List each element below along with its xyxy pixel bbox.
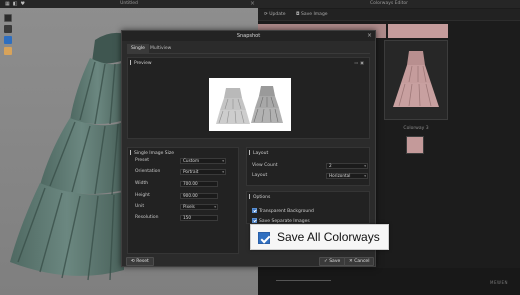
update-label: Update (269, 12, 286, 17)
skirt-preview-image (216, 86, 283, 124)
save-image-button[interactable]: ◘ Save Image (296, 12, 328, 17)
preset-label: Preset (135, 158, 150, 163)
height-input[interactable]: 900.00 (180, 193, 218, 199)
preview-icon-row: ▭▣ (354, 60, 366, 65)
options-heading: Options (249, 194, 270, 200)
colorway-swatch[interactable] (388, 24, 448, 38)
reset-button[interactable]: ⟲ Reset (126, 257, 154, 266)
preview-heading: Preview (130, 60, 152, 66)
unit-select[interactable]: Pixels ▾ (180, 204, 218, 210)
single-image-size-heading: Single Image Size (130, 150, 174, 156)
checkbox-checked-icon (252, 218, 257, 223)
view-count-label: View Count (252, 163, 278, 168)
zoom-slider[interactable] (276, 280, 331, 281)
colorway-color-chip[interactable] (406, 136, 424, 154)
unit-label: Unit (135, 204, 145, 209)
resolution-input[interactable]: 150 (180, 215, 218, 221)
snapshot-preview-image (209, 78, 291, 131)
dialog-title: Snapshot (236, 33, 261, 39)
editor-bottom-bar (258, 268, 520, 295)
colorway-preview-thumbnail[interactable] (384, 40, 448, 120)
tab-divider (127, 53, 370, 54)
brand-label: MEWEN (490, 280, 508, 285)
save-all-colorways-callout[interactable]: Save All Colorways (250, 224, 389, 250)
editor-title: Colorways Editor (370, 1, 408, 6)
close-icon[interactable]: × (367, 32, 372, 39)
height-label: Height (135, 193, 150, 198)
checkbox-checked-icon[interactable] (258, 232, 270, 244)
width-label: Width (135, 181, 149, 186)
chevron-down-icon: ▾ (222, 159, 224, 163)
layout-select[interactable]: Horizontal ▾ (326, 173, 368, 179)
colorway-caption: Colorway 3 (403, 126, 429, 131)
skirt-thumbnail-image (393, 51, 439, 107)
save-image-label: Save Image (301, 12, 328, 17)
orientation-label: Orientation (135, 169, 161, 174)
tab-multiview[interactable]: Multiview (146, 44, 175, 53)
resolution-label: Resolution (135, 215, 159, 220)
layout-label: Layout (252, 173, 268, 178)
cancel-button[interactable]: ✕ Cancel (344, 257, 375, 266)
chevron-down-icon: ▾ (364, 164, 366, 168)
editor-titlebar: Colorways Editor (258, 0, 520, 8)
dialog-titlebar[interactable]: Snapshot × (122, 31, 375, 41)
chevron-down-icon: ▾ (364, 174, 366, 178)
reset-view-icon[interactable]: ▣ (360, 60, 366, 65)
width-input[interactable]: 700.00 (180, 181, 218, 187)
save-all-colorways-label: Save All Colorways (277, 230, 380, 244)
editor-toolbar: ⟳ Update ◘ Save Image (258, 9, 520, 21)
save-button[interactable]: ✓ Save (319, 257, 346, 266)
layout-heading: Layout (249, 150, 268, 156)
checkbox-checked-icon (252, 208, 257, 213)
chevron-down-icon: ▾ (214, 205, 216, 209)
transparent-background-checkbox[interactable]: Transparent Background (252, 208, 314, 214)
update-button[interactable]: ⟳ Update (264, 12, 286, 17)
orientation-select[interactable]: Portrait ▾ (180, 169, 226, 175)
preset-select[interactable]: Custom ▾ (180, 158, 226, 164)
view-count-select[interactable]: 2 ▾ (326, 163, 368, 169)
chevron-down-icon: ▾ (222, 170, 224, 174)
